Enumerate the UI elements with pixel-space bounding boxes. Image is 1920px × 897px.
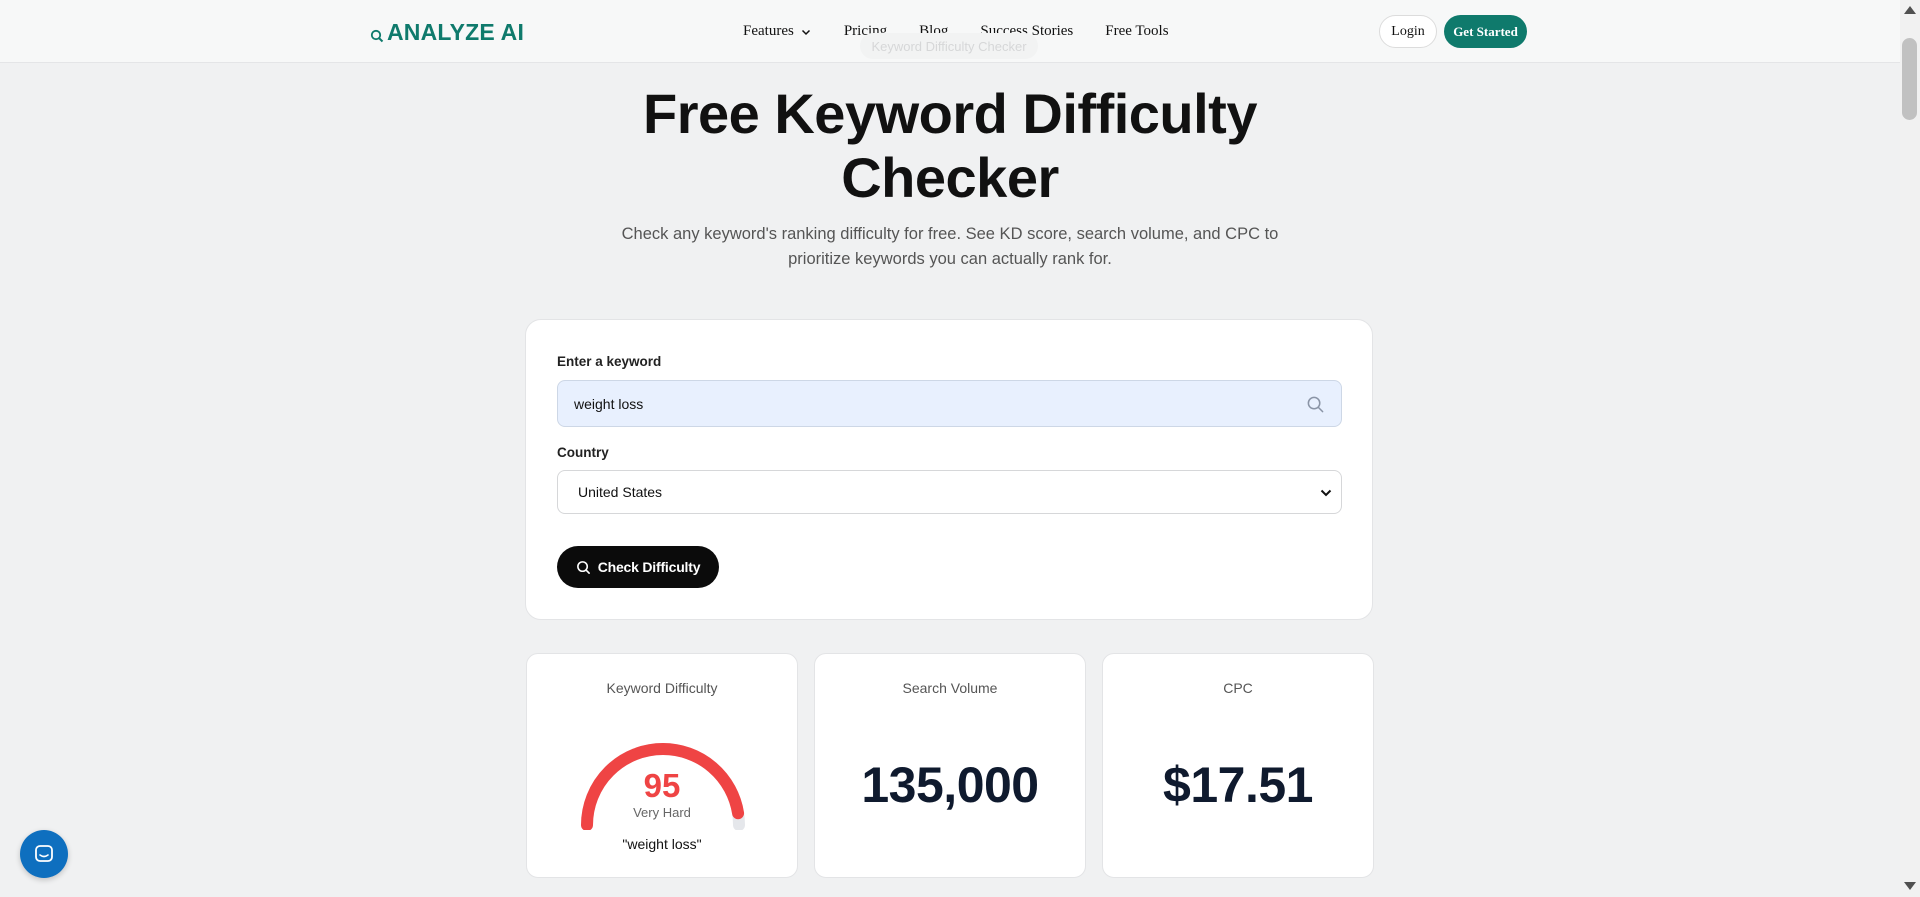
keyword-input-value: weight loss [574, 395, 644, 412]
difficulty-level: Very Hard [633, 805, 691, 820]
logo-mark-icon [370, 29, 384, 42]
page-subtitle: Check any keyword's ranking difficulty f… [621, 225, 1279, 268]
country-select-value: United States [578, 484, 663, 500]
difficulty-keyword: "weight loss" [622, 836, 702, 852]
chat-launcher-button[interactable] [20, 830, 68, 878]
difficulty-score: 95 [643, 767, 681, 804]
login-button[interactable]: Login [1379, 15, 1437, 48]
scroll-down-arrow-icon[interactable] [1904, 882, 1916, 890]
keyword-difficulty-title: Keyword Difficulty [606, 680, 718, 696]
cpc-title: CPC [1223, 680, 1253, 696]
keyword-input[interactable]: weight loss [557, 380, 1342, 427]
cpc-card: CPC $17.51 [1102, 653, 1374, 878]
page-title: Free Keyword Difficulty Checker [643, 82, 1257, 209]
country-label: Country [557, 445, 609, 460]
search-volume-value: 135,000 [861, 757, 1039, 813]
nav-link-free-tools[interactable]: Free Tools [1105, 23, 1168, 40]
logo[interactable]: ANALYZE AI [370, 19, 524, 46]
check-difficulty-button[interactable]: Check Difficulty [557, 546, 719, 588]
keyword-label: Enter a keyword [557, 354, 662, 369]
scroll-up-arrow-icon[interactable] [1904, 6, 1916, 14]
nav-link-features[interactable]: Features [743, 23, 812, 40]
logo-text: ANALYZE AI [387, 19, 525, 45]
cpc-value: $17.51 [1163, 757, 1313, 813]
chevron-down-icon [1320, 489, 1332, 497]
search-icon [1307, 396, 1324, 413]
scrollbar-track[interactable] [1900, 0, 1920, 897]
keyword-form-card: Enter a keyword weight loss Country Unit… [525, 319, 1373, 620]
check-difficulty-label: Check Difficulty [597, 559, 701, 575]
search-icon [576, 560, 590, 574]
scrollbar-thumb[interactable] [1902, 38, 1917, 120]
get-started-button[interactable]: Get Started [1444, 15, 1527, 48]
chevron-down-icon [801, 29, 810, 35]
search-volume-card: Search Volume 135,000 [814, 653, 1086, 878]
nav-link-features-label: Features [743, 23, 794, 39]
page-pill-badge: Keyword Difficulty Checker [860, 33, 1038, 59]
search-volume-title: Search Volume [902, 680, 998, 696]
chat-icon [35, 845, 53, 862]
country-select[interactable]: United States [557, 470, 1342, 514]
keyword-difficulty-card: Keyword Difficulty 95 Very Hard "weight … [526, 653, 798, 878]
